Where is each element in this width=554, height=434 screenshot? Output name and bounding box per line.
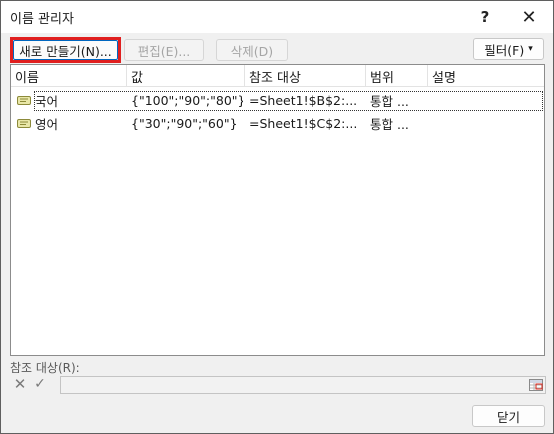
column-header-name[interactable]: 이름 [11, 65, 127, 87]
row-name: 영어 [35, 117, 59, 132]
names-list-header: 이름 값 참조 대상 범위 설명 [11, 65, 544, 87]
row-comment [432, 113, 540, 134]
help-icon: ? [480, 8, 490, 26]
column-header-scope[interactable]: 범위 [366, 65, 428, 87]
close-window-button[interactable]: ✕ [515, 4, 543, 30]
refers-to-label: 참조 대상(R): [10, 361, 80, 375]
names-list[interactable]: 이름 값 참조 대상 범위 설명 국어 {"100";"90";"80"} =S… [10, 64, 545, 356]
column-header-value[interactable]: 값 [127, 65, 245, 87]
delete-name-button-label: 삭제(D) [230, 43, 274, 59]
row-refers-to: =Sheet1!$B$2:... [249, 93, 358, 108]
cancel-edit-button[interactable]: ✕ [12, 375, 28, 393]
close-icon: ✕ [521, 6, 537, 28]
row-comment [432, 90, 540, 111]
refers-to-input[interactable] [60, 376, 546, 394]
column-header-comment[interactable]: 설명 [428, 65, 544, 87]
table-row[interactable]: 국어 {"100";"90";"80"} =Sheet1!$B$2:... 통합… [11, 90, 544, 111]
named-range-icon [17, 96, 31, 105]
new-name-button[interactable]: 새로 만들기(N)... [10, 37, 121, 63]
column-header-refers-to[interactable]: 참조 대상 [245, 65, 366, 87]
window-title: 이름 관리자 [10, 12, 74, 27]
filter-button[interactable]: 필터(F) ▾ [473, 38, 544, 60]
row-name: 국어 [35, 94, 59, 109]
table-row[interactable]: 영어 {"30";"90";"60"} =Sheet1!$C$2:... 통합 … [11, 113, 544, 134]
row-value: {"100";"90";"80"} [131, 93, 243, 108]
name-manager-dialog: 이름 관리자 ? ✕ 새로 만들기(N)... 편집(E)... 삭제(D) 필… [0, 0, 554, 434]
collapse-dialog-icon[interactable] [529, 379, 543, 391]
checkmark-icon: ✓ [34, 376, 46, 392]
row-refers-to: =Sheet1!$C$2:... [249, 116, 358, 131]
row-value: {"30";"90";"60"} [131, 116, 238, 131]
cancel-icon: ✕ [13, 375, 27, 393]
confirm-edit-button[interactable]: ✓ [32, 376, 48, 392]
help-button[interactable]: ? [471, 4, 499, 30]
close-button-label: 닫기 [496, 409, 520, 425]
delete-name-button[interactable]: 삭제(D) [216, 39, 288, 61]
row-scope: 통합 ... [370, 117, 409, 132]
new-name-button-label: 새로 만들기(N)... [19, 43, 112, 59]
row-scope: 통합 ... [370, 94, 409, 109]
close-button[interactable]: 닫기 [472, 405, 545, 427]
named-range-icon [17, 119, 31, 128]
filter-button-label: 필터(F) [484, 42, 525, 58]
chevron-down-icon: ▾ [528, 44, 533, 54]
edit-name-button[interactable]: 편집(E)... [124, 39, 204, 61]
edit-name-button-label: 편집(E)... [137, 43, 191, 59]
title-bar[interactable]: 이름 관리자 ? ✕ [1, 1, 553, 33]
